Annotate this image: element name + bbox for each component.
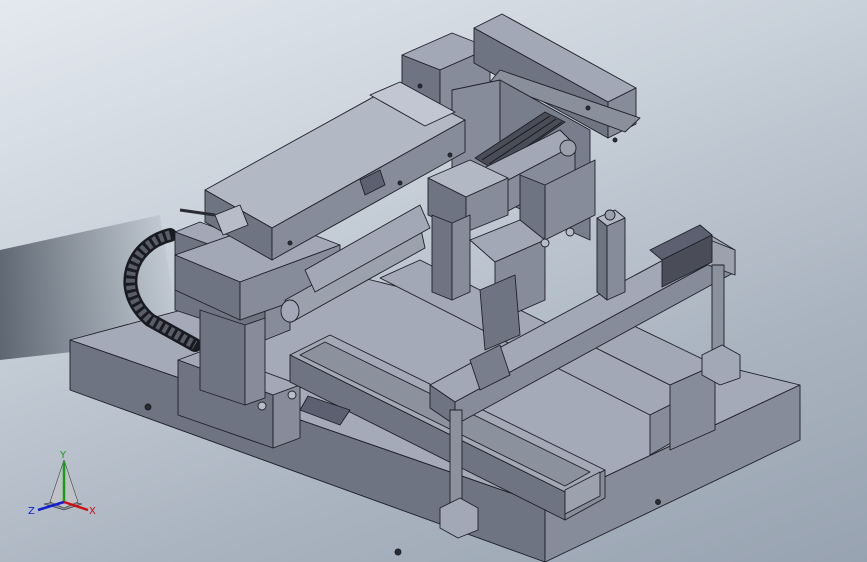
triad-y-label: Y xyxy=(59,450,67,461)
cad-assembly-model[interactable] xyxy=(0,0,867,562)
view-orientation-triad[interactable]: Y X Z xyxy=(22,448,106,524)
cad-graphics-viewport[interactable]: Y X Z xyxy=(0,0,867,562)
small-vertical-actuator[interactable] xyxy=(596,209,626,301)
triad-x-label: X xyxy=(89,506,96,517)
triad-z-label: Z xyxy=(28,506,35,517)
